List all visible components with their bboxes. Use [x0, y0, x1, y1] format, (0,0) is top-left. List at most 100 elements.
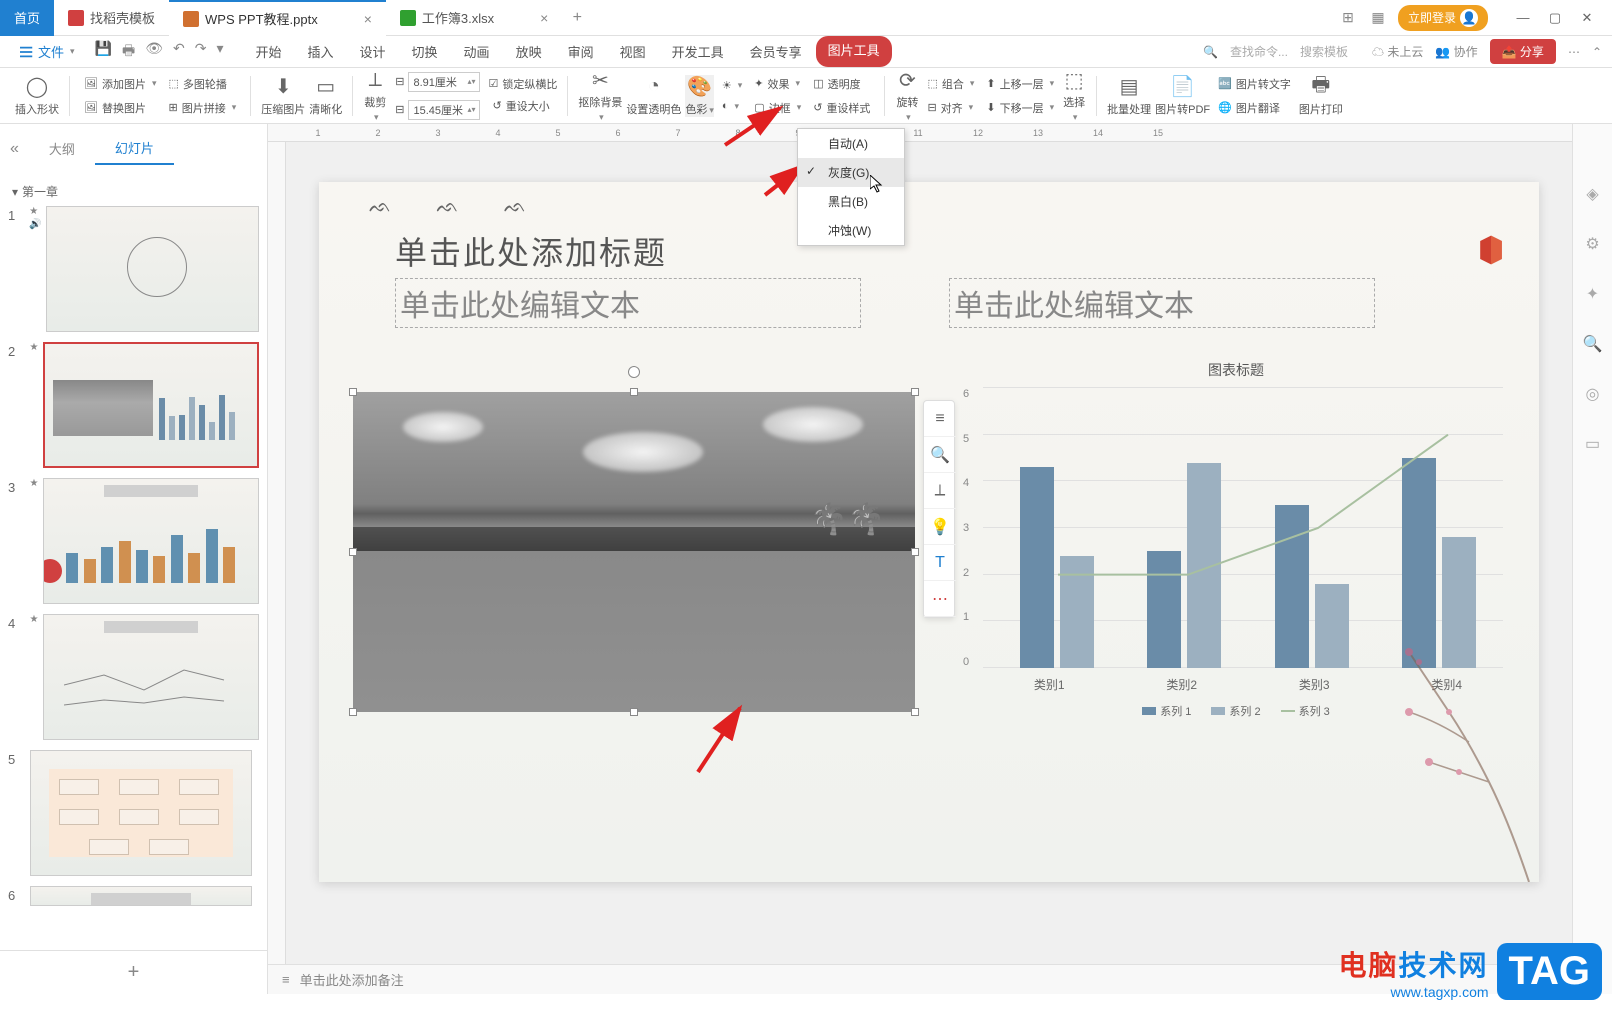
border-button[interactable]: ▢ 边框▾ [750, 98, 805, 118]
home-tab[interactable]: 首页 [0, 0, 54, 36]
effects-button[interactable]: ✦ 效果▾ [750, 74, 805, 94]
outline-tab[interactable]: 大纲 [29, 133, 95, 164]
lock-ratio-checkbox[interactable]: ☑锁定纵横比 [488, 76, 557, 92]
text-placeholder-2[interactable]: 单击此处编辑文本 [949, 278, 1375, 328]
slide-canvas[interactable]: ᨒ ᨒ ᨒ 单击此处添加标题 单击此处编辑文本 单击此处编辑文本 [319, 182, 1539, 882]
resize-handle[interactable] [911, 388, 919, 396]
set-transparent-button[interactable]: ◔设置透明色 [626, 75, 681, 117]
align-button[interactable]: ⊟ 对齐▾ [923, 98, 978, 118]
dropdown-bw[interactable]: 黑白(B) [798, 187, 904, 216]
grid-icon[interactable]: ⊞ [1338, 8, 1358, 28]
sidebar-design-icon[interactable]: ◈ [1586, 184, 1598, 204]
batch-button[interactable]: ▤批量处理 [1107, 75, 1151, 117]
resize-handle[interactable] [630, 708, 638, 716]
resize-handle[interactable] [911, 548, 919, 556]
menu-picture-tools[interactable]: 图片工具 [816, 36, 892, 67]
menu-review[interactable]: 审阅 [556, 36, 606, 67]
menu-design[interactable]: 设计 [348, 36, 398, 67]
float-layers-icon[interactable]: ≡ [924, 401, 956, 437]
menu-slideshow[interactable]: 放映 [504, 36, 554, 67]
share-button[interactable]: 📤 分享 [1490, 39, 1556, 64]
float-crop-icon[interactable]: ⟂ [924, 473, 956, 509]
close-tab-icon[interactable]: × [364, 11, 372, 27]
resize-handle[interactable] [349, 548, 357, 556]
sidebar-search-icon[interactable]: 🔍 [1583, 334, 1603, 354]
slide-thumb-2[interactable] [43, 342, 259, 468]
slide-thumb-5[interactable] [30, 750, 252, 876]
float-idea-icon[interactable]: 💡 [924, 509, 956, 545]
slide-thumb-1[interactable] [46, 206, 259, 332]
resize-handle[interactable] [911, 708, 919, 716]
to-pdf-button[interactable]: 📄图片转PDF [1155, 75, 1210, 117]
dropdown-grayscale[interactable]: ✓灰度(G) [798, 158, 904, 187]
slides-tab[interactable]: 幻灯片 [95, 132, 174, 165]
contrast-button[interactable]: ◐▾ [718, 98, 746, 114]
group-button[interactable]: ⬚ 组合▾ [923, 74, 978, 94]
pic-stitch-button[interactable]: ⊞ 图片拼接▾ [165, 98, 241, 118]
add-picture-button[interactable]: 🖼 添加图片▾ [80, 74, 161, 94]
replace-picture-button[interactable]: 🖼 替换图片 [80, 98, 161, 118]
file-tab-2[interactable]: 工作簿3.xlsx × [386, 0, 562, 36]
collapse-ribbon[interactable]: ⌃ [1592, 45, 1602, 59]
to-text-button[interactable]: 🔤 图片转文字 [1214, 74, 1295, 94]
multi-outline-button[interactable]: ⬚ 多图轮播 [165, 74, 241, 94]
minimize-button[interactable]: — [1508, 6, 1538, 30]
qat-dropdown[interactable]: ▾ [216, 40, 223, 64]
crop-button[interactable]: ⟂裁剪▾ [363, 68, 387, 123]
add-slide-button[interactable]: + [0, 950, 267, 994]
transparency-button[interactable]: ◫ 透明度 [809, 74, 874, 94]
slide-thumb-3[interactable] [43, 478, 259, 604]
float-text-icon[interactable]: T [924, 545, 956, 581]
resize-handle[interactable] [630, 388, 638, 396]
insert-shape-button[interactable]: ◯插入形状 [15, 75, 59, 117]
preview-icon[interactable]: 👁 [145, 40, 163, 64]
clarity-button[interactable]: ▭清晰化 [309, 75, 342, 117]
sidebar-animation-icon[interactable]: ✦ [1586, 284, 1599, 304]
slide-thumb-6[interactable] [30, 886, 252, 906]
sidebar-location-icon[interactable]: ◎ [1586, 384, 1600, 404]
color-effect-button[interactable]: 🎨色彩▾ [685, 75, 714, 117]
pic-print-button[interactable]: 🖶图片打印 [1299, 75, 1343, 117]
cloud-status[interactable]: ☁ 未上云 [1372, 43, 1423, 60]
dropdown-washout[interactable]: 冲蚀(W) [798, 216, 904, 245]
selected-image[interactable]: 🌴🌴 [353, 392, 915, 712]
notes-placeholder[interactable]: 单击此处添加备注 [300, 970, 404, 989]
print-icon[interactable]: 🖶 [122, 40, 135, 64]
rotate-button[interactable]: ⟳旋转▾ [895, 68, 919, 123]
sidebar-settings-icon[interactable]: ⚙ [1585, 234, 1599, 254]
add-tab-button[interactable]: + [562, 9, 592, 27]
float-zoom-icon[interactable]: 🔍 [924, 437, 956, 473]
resize-handle[interactable] [349, 708, 357, 716]
select-button[interactable]: ⬚选择▾ [1062, 68, 1086, 123]
more-menu[interactable]: ⋯ [1568, 45, 1580, 59]
maximize-button[interactable]: ▢ [1540, 6, 1570, 30]
file-tab-1[interactable]: WPS PPT教程.pptx × [169, 0, 386, 36]
undo-icon[interactable]: ↶ [173, 40, 185, 64]
file-menu[interactable]: 文件 ▾ [10, 38, 85, 65]
dropdown-auto[interactable]: 自动(A) [798, 129, 904, 158]
reset-style-button[interactable]: ↺ 重设样式 [809, 98, 874, 118]
menu-start[interactable]: 开始 [243, 36, 293, 67]
redo-icon[interactable]: ↷ [195, 40, 207, 64]
apps-icon[interactable]: ▦ [1368, 8, 1388, 28]
search-command[interactable]: 查找命令... [1230, 43, 1288, 60]
remove-bg-button[interactable]: ✂抠除背景▾ [578, 68, 622, 123]
rotate-handle[interactable] [628, 366, 640, 378]
move-down-button[interactable]: ⬇ 下移一层▾ [982, 98, 1058, 118]
menu-devtools[interactable]: 开发工具 [660, 36, 736, 67]
move-up-button[interactable]: ⬆ 上移一层▾ [982, 74, 1058, 94]
menu-animation[interactable]: 动画 [452, 36, 502, 67]
brightness-button[interactable]: ☀▾ [718, 77, 746, 94]
width-input[interactable]: ⊟ 8.91厘米▴▾ [391, 70, 484, 94]
section-chapter1[interactable]: ▾ 第一章 [8, 177, 259, 206]
close-tab-icon[interactable]: × [540, 10, 548, 26]
save-icon[interactable]: 💾 [95, 40, 112, 64]
height-input[interactable]: ⊟ 15.45厘米▴▾ [391, 98, 484, 122]
reset-size-button[interactable]: ↺ 重设大小 [488, 96, 557, 116]
templates-tab[interactable]: 找稻壳模板 [54, 0, 169, 36]
login-button[interactable]: 立即登录 👤 [1398, 5, 1488, 31]
close-button[interactable]: ✕ [1572, 6, 1602, 30]
sidebar-present-icon[interactable]: ▭ [1585, 434, 1600, 454]
menu-view[interactable]: 视图 [608, 36, 658, 67]
translate-button[interactable]: 🌐 图片翻译 [1214, 98, 1295, 118]
